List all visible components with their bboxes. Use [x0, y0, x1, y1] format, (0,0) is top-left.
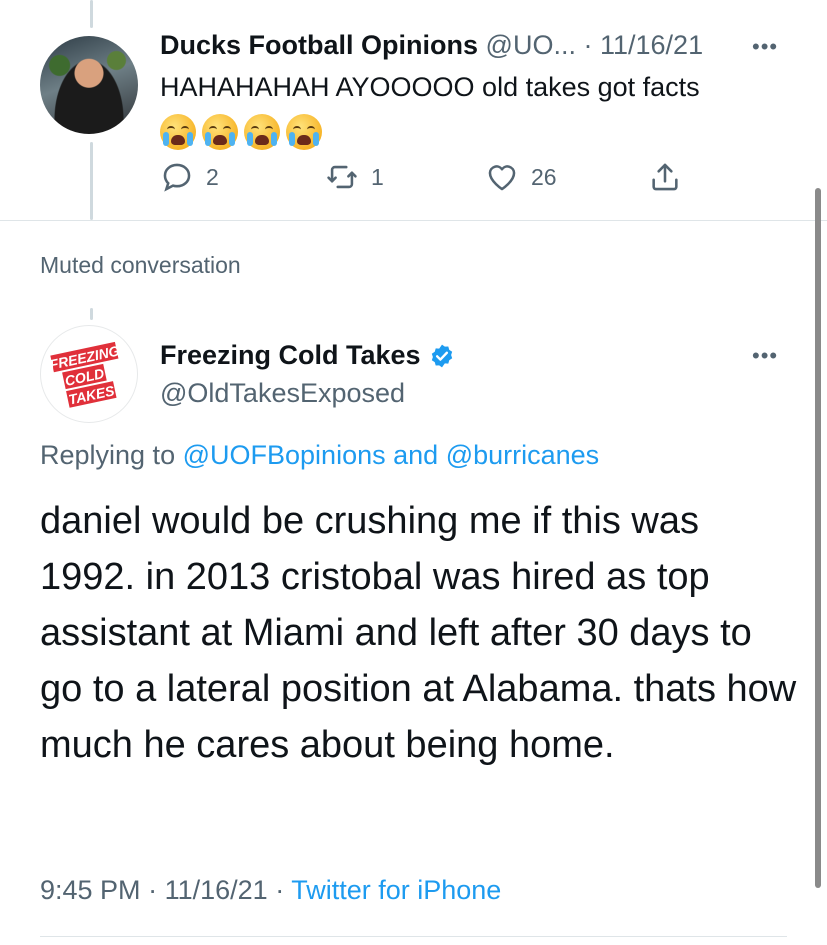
- thread-line-mid: [90, 142, 93, 220]
- tweet1-emoji-row: [160, 114, 322, 150]
- replying-user-link-1[interactable]: @UOFBopinions: [183, 440, 386, 470]
- tweet1-text: HAHAHAHAH AYOOOOO old takes got facts: [160, 72, 700, 102]
- muted-conversation-label: Muted conversation: [40, 252, 241, 278]
- footer-separator-2: ·: [275, 875, 285, 905]
- tweet2-display-name-row: Freezing Cold Takes: [160, 340, 455, 371]
- retweet-button[interactable]: 1: [325, 160, 384, 194]
- like-count: 26: [531, 163, 557, 190]
- footer-separator-1: ·: [148, 875, 158, 905]
- tweet1-header: Ducks Football Opinions @UO... · 11/16/2…: [160, 30, 703, 61]
- retweet-count: 1: [371, 163, 384, 190]
- tweet1-date[interactable]: 11/16/21: [600, 30, 703, 60]
- thread-line-lower: [90, 308, 93, 320]
- tweet2-time[interactable]: 9:45 PM: [40, 875, 141, 905]
- tweet2-footer: 9:45 PM · 11/16/21 · Twitter for iPhone: [40, 875, 501, 906]
- tweet2-display-name[interactable]: Freezing Cold Takes: [160, 340, 421, 371]
- tweet2-date[interactable]: 11/16/21: [165, 875, 268, 905]
- tweet1-separator: ·: [583, 30, 593, 60]
- reply-icon: [163, 163, 191, 192]
- verified-badge-icon: [431, 344, 452, 367]
- scrollbar[interactable]: [815, 188, 821, 888]
- reply-button[interactable]: 2: [160, 160, 219, 194]
- avatar-freezing-cold-takes[interactable]: FREEZING COLD TAKES: [40, 325, 138, 423]
- divider: [0, 220, 827, 221]
- replying-prefix: Replying to: [40, 440, 176, 470]
- replying-user-link-2[interactable]: @burricanes: [446, 440, 599, 470]
- loudly-crying-face-icon: [244, 114, 280, 150]
- freezing-cold-takes-logo: FREEZING COLD TAKES: [49, 341, 121, 408]
- bottom-divider: [40, 936, 787, 937]
- reply-count: 2: [206, 163, 219, 190]
- thread-line-top: [90, 0, 93, 28]
- loudly-crying-face-icon: [202, 114, 238, 150]
- retweet-icon: [327, 165, 357, 189]
- tweet2-more-icon[interactable]: •••: [752, 343, 778, 369]
- tweet1-more-icon[interactable]: •••: [752, 34, 778, 60]
- share-button[interactable]: [648, 160, 682, 194]
- heart-icon: [488, 165, 516, 191]
- share-icon: [652, 163, 678, 191]
- tweet1-handle[interactable]: @UO...: [486, 30, 576, 60]
- tweet1-display-name[interactable]: Ducks Football Opinions: [160, 30, 478, 60]
- loudly-crying-face-icon: [160, 114, 196, 150]
- tweet2-source-link[interactable]: Twitter for iPhone: [291, 875, 501, 905]
- loudly-crying-face-icon: [286, 114, 322, 150]
- like-button[interactable]: 26: [485, 160, 557, 194]
- tweet2-text: daniel would be crushing me if this was …: [40, 500, 797, 766]
- avatar-ducks-football-opinions[interactable]: [40, 36, 138, 134]
- replying-to-line: Replying to @UOFBopinions and @burricane…: [40, 440, 599, 471]
- replying-and[interactable]: and: [393, 440, 438, 470]
- tweet2-handle[interactable]: @OldTakesExposed: [160, 378, 405, 409]
